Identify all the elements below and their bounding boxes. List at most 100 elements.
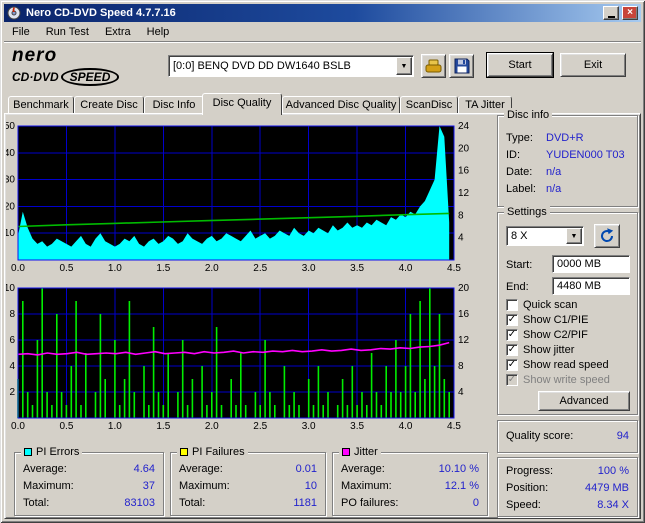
- svg-text:12: 12: [458, 335, 470, 346]
- svg-text:6: 6: [9, 335, 15, 346]
- app-icon: [7, 6, 21, 20]
- menu-help[interactable]: Help: [139, 24, 178, 40]
- progress-label: Progress:: [506, 465, 554, 477]
- end-mb-input[interactable]: 4480 MB: [552, 277, 630, 295]
- speed-value: 8.34 X: [597, 499, 629, 511]
- tab-benchmark[interactable]: Benchmark: [8, 96, 74, 113]
- disc-id-value: YUDEN000 T03: [546, 149, 625, 161]
- svg-text:3.0: 3.0: [302, 263, 316, 274]
- pie-maximum-value: 37: [142, 480, 155, 492]
- svg-text:3.5: 3.5: [350, 421, 364, 432]
- menu-run-test[interactable]: Run Test: [38, 24, 97, 40]
- refresh-icon: [598, 227, 616, 245]
- checkbox-label: Show read speed: [523, 358, 609, 371]
- svg-text:0.5: 0.5: [59, 421, 73, 432]
- disc-info-group: Disc info Type: DVD+R ID: YUDEN000 T03 Dat…: [497, 108, 638, 207]
- svg-text:8: 8: [458, 210, 464, 221]
- drive-selector[interactable]: [0:0] BENQ DVD DD DW1640 BSLB ▼: [168, 55, 414, 77]
- tab-scandisc[interactable]: ScanDisc: [400, 96, 458, 113]
- svg-text:8: 8: [9, 309, 15, 320]
- minimize-button[interactable]: [603, 6, 619, 20]
- svg-text:2.0: 2.0: [205, 421, 219, 432]
- logo-cddvd-text: CD·DVD: [12, 70, 59, 84]
- checkbox-show-jitter[interactable]: ✓ Show jitter: [506, 342, 636, 357]
- quality-charts: 504030201024201612840.0 0.5 1.0 1.5 2.0 2.5 3.…: [6, 121, 470, 432]
- jitter-legend-swatch: [342, 448, 350, 456]
- eject-disc-button[interactable]: [421, 54, 446, 78]
- jitter-average-value: 10.10 %: [438, 463, 479, 475]
- svg-text:8: 8: [458, 361, 464, 372]
- svg-text:40: 40: [6, 148, 15, 159]
- pie-average-label: Average:: [23, 463, 67, 475]
- speed-selector-dropdown[interactable]: ▼: [566, 228, 582, 244]
- drive-selector-dropdown[interactable]: ▼: [396, 57, 412, 75]
- svg-text:2.5: 2.5: [253, 421, 267, 432]
- close-icon: ×: [627, 7, 633, 18]
- pif-average-label: Average:: [179, 463, 223, 475]
- titlebar: Nero CD-DVD Speed 4.7.7.16 ×: [4, 4, 641, 22]
- svg-text:16: 16: [458, 166, 470, 177]
- tab-disc-info[interactable]: Disc Info: [144, 96, 204, 113]
- progress-value: 100 %: [597, 465, 629, 477]
- disc-id-label: ID:: [506, 149, 521, 161]
- pif-total-value: 1181: [293, 497, 317, 509]
- checkbox-box: ✓: [506, 343, 518, 356]
- svg-text:4.0: 4.0: [399, 263, 413, 274]
- start-button[interactable]: Start: [487, 53, 553, 77]
- logo-speed-oval: SPEED: [60, 68, 120, 86]
- end-mb-label: End:: [506, 281, 529, 293]
- drive-selector-value: [0:0] BENQ DVD DD DW1640 BSLB: [173, 60, 351, 72]
- disc-label-value: n/a: [546, 183, 562, 195]
- jitter-average-label: Average:: [341, 463, 385, 475]
- jitter-maximum-label: Maximum:: [341, 480, 392, 492]
- svg-text:0.0: 0.0: [11, 263, 25, 274]
- exit-button[interactable]: Exit: [560, 53, 626, 77]
- svg-text:12: 12: [458, 188, 470, 199]
- quality-score-value: 94: [616, 430, 629, 442]
- svg-text:2.0: 2.0: [205, 263, 219, 274]
- svg-text:10: 10: [6, 228, 15, 239]
- checkbox-show-read-speed[interactable]: ✓ Show read speed: [506, 357, 636, 372]
- po-failures-label: PO failures:: [341, 497, 399, 509]
- save-results-button[interactable]: [449, 54, 474, 78]
- svg-text:1.5: 1.5: [156, 421, 170, 432]
- checkbox-box: ✓: [506, 328, 518, 341]
- app-window: Nero CD-DVD Speed 4.7.7.16 × File Run Te…: [0, 0, 645, 523]
- checkbox-show-c2-pif[interactable]: ✓ Show C2/PIF: [506, 327, 636, 342]
- svg-text:3.5: 3.5: [350, 263, 364, 274]
- svg-text:30: 30: [6, 175, 15, 186]
- svg-text:50: 50: [6, 121, 15, 132]
- svg-text:1.5: 1.5: [156, 263, 170, 274]
- checkbox-quick-scan[interactable]: Quick scan: [506, 297, 636, 312]
- tab-disc-quality[interactable]: Disc Quality: [202, 93, 282, 115]
- progress-group: Progress: 100 % Position: 4479 MB Speed: 8.…: [497, 457, 638, 517]
- close-button[interactable]: ×: [622, 6, 638, 20]
- pi-failures-legend-swatch: [180, 448, 188, 456]
- svg-text:4.5: 4.5: [447, 421, 461, 432]
- minimize-icon: [607, 15, 615, 18]
- tab-advanced-disc-quality[interactable]: Advanced Disc Quality: [282, 96, 400, 113]
- svg-text:0.5: 0.5: [59, 263, 73, 274]
- menu-extra[interactable]: Extra: [97, 24, 139, 40]
- checkbox-box: ✓: [506, 313, 518, 326]
- checkbox-show-write-speed[interactable]: ✓ Show write speed: [506, 372, 636, 387]
- svg-text:4: 4: [458, 387, 464, 398]
- pif-maximum-value: 10: [304, 480, 317, 492]
- svg-text:4.5: 4.5: [447, 263, 461, 274]
- checkbox-show-c1-pie[interactable]: ✓ Show C1/PIE: [506, 312, 636, 327]
- tab-create-disc[interactable]: Create Disc: [74, 96, 144, 113]
- start-mb-input[interactable]: 0000 MB: [552, 255, 630, 273]
- speed-selector[interactable]: 8 X ▼: [506, 226, 584, 246]
- refresh-speeds-button[interactable]: [594, 224, 620, 248]
- advanced-button[interactable]: Advanced: [538, 391, 630, 411]
- settings-title: Settings: [504, 205, 550, 219]
- checkbox-label: Quick scan: [523, 298, 578, 311]
- svg-text:20: 20: [458, 283, 470, 294]
- pif-average-value: 0.01: [295, 463, 317, 475]
- quality-score-label: Quality score:: [506, 430, 574, 442]
- svg-text:20: 20: [458, 143, 470, 154]
- pie-maximum-label: Maximum:: [23, 480, 74, 492]
- svg-text:0.0: 0.0: [11, 421, 25, 432]
- menu-file[interactable]: File: [4, 24, 38, 40]
- svg-text:3.0: 3.0: [302, 421, 316, 432]
